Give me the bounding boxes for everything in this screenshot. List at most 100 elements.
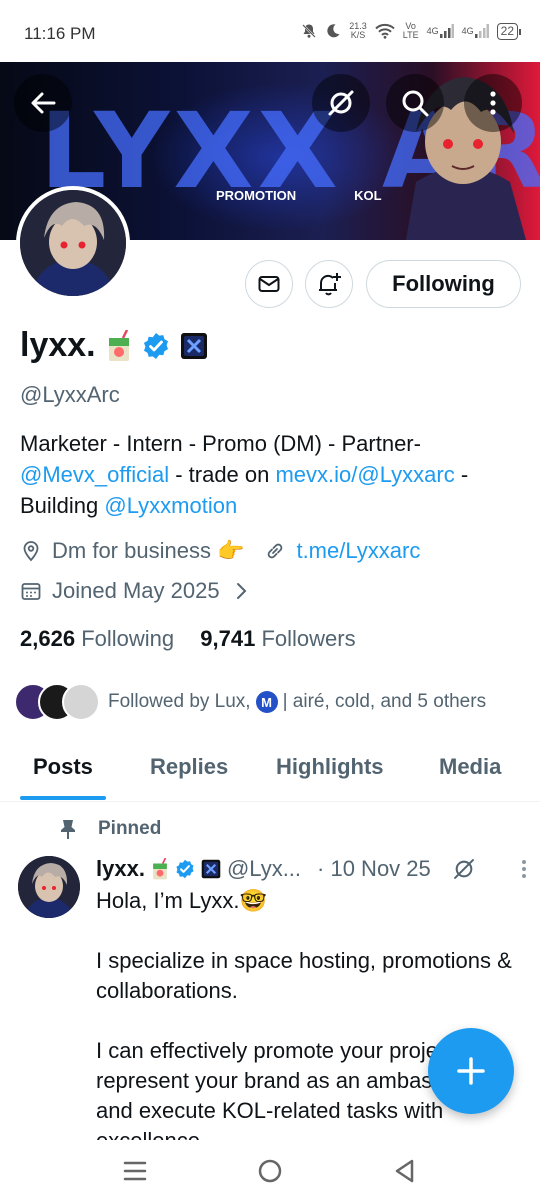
search-button[interactable] — [386, 74, 444, 132]
network-type-1: 4G — [426, 25, 439, 36]
active-tab-indicator — [20, 796, 106, 800]
profile-location: Dm for business 👉 — [52, 538, 245, 563]
followed-by-prefix: Followed by Lux, — [108, 691, 251, 712]
status-time: 11:16 PM — [24, 24, 96, 43]
chevron-right-icon — [236, 583, 246, 599]
following-stat[interactable]: 2,626 Following — [20, 626, 174, 651]
bio-mention-lyxxmotion[interactable]: @Lyxxmotion — [104, 493, 237, 518]
tab-replies[interactable]: Replies — [150, 754, 228, 780]
juice-box-icon — [153, 858, 167, 880]
compose-post-button[interactable] — [428, 1028, 514, 1114]
post-author-handle: @Lyx... — [226, 856, 302, 881]
bell-plus-icon — [319, 273, 341, 296]
profile-location-row: Dm for business 👉 t.me/Lyxxarc — [20, 538, 420, 564]
following-count: 2,626 — [20, 626, 76, 651]
followed-by-row[interactable]: Followed by Lux, M | airé, cold, and 5 o… — [14, 683, 486, 721]
pin-icon — [61, 820, 75, 839]
profile-name-row: lyxx. — [20, 326, 208, 365]
battery-indicator: 22 — [496, 22, 522, 40]
plus-icon — [457, 1057, 485, 1085]
calendar-icon — [21, 583, 41, 600]
envelope-icon — [258, 276, 280, 292]
banner-tag-kol: KOL — [354, 188, 382, 203]
triangle-back-icon — [395, 1159, 414, 1183]
net-speed-unit: K/S — [350, 30, 366, 40]
pinned-indicator: Pinned — [58, 818, 161, 840]
banner-tags: PROMOTION KOL — [216, 188, 382, 203]
grok-icon — [328, 90, 354, 116]
profile-name: lyxx. — [20, 326, 96, 364]
bio-text: - trade on — [169, 462, 276, 487]
profile-joined-date: Joined May 2025 — [52, 578, 220, 603]
location-pin-icon — [23, 541, 39, 562]
tab-media[interactable]: Media — [439, 754, 501, 780]
signal-2: 4G — [462, 24, 489, 38]
mute-icon — [301, 23, 317, 39]
signal-1: 4G — [427, 24, 454, 38]
signal-bars-icon — [474, 24, 489, 38]
affiliate-badge-icon[interactable] — [180, 332, 208, 360]
profile-bio: Marketer - Intern - Promo (DM) - Partner… — [20, 428, 525, 521]
m-badge-icon: M — [255, 691, 278, 713]
grok-icon[interactable] — [451, 856, 477, 882]
moon-icon — [325, 23, 341, 39]
recent-apps-button[interactable] — [120, 1156, 150, 1186]
bio-text: Building — [20, 493, 105, 518]
bio-link-mevx[interactable]: mevx.io/@Lyxxarc — [275, 462, 454, 487]
followers-count: 9,741 — [200, 626, 256, 651]
verified-badge-icon[interactable] — [142, 332, 170, 360]
net-speed: 21.3 K/S — [349, 22, 367, 40]
status-bar: 11:16 PM 21.3 K/S Vo LTE 4G 4G 22 — [0, 0, 540, 62]
circle-home-icon — [258, 1159, 282, 1183]
follower-avatar — [62, 683, 100, 721]
followers-stat[interactable]: 9,741 Followers — [200, 626, 355, 651]
arrow-left-icon — [31, 92, 56, 114]
post-header: lyxx. @Lyx... · 10 Nov 25 — [96, 856, 535, 882]
status-icons: 21.3 K/S Vo LTE 4G 4G 22 — [301, 22, 522, 40]
more-options-button[interactable] — [464, 74, 522, 132]
bio-text: Marketer - Intern - Promo (DM) - Partner… — [20, 431, 421, 456]
back-nav-button[interactable] — [390, 1156, 420, 1186]
following-button[interactable]: Following — [366, 260, 521, 308]
bio-text: - — [454, 462, 469, 487]
post-more-icon[interactable] — [513, 858, 535, 880]
juice-box-icon — [108, 329, 129, 361]
search-icon — [402, 90, 429, 117]
notifications-button[interactable] — [305, 260, 353, 308]
followed-by-suffix: | airé, cold, and 5 others — [282, 691, 487, 712]
post-avatar[interactable] — [18, 856, 80, 918]
profile-joined-row[interactable]: Joined May 2025 — [20, 578, 252, 604]
tab-highlights[interactable]: Highlights — [276, 754, 384, 780]
post-avatar-image — [18, 856, 80, 918]
link-icon — [268, 543, 283, 559]
pinned-label: Pinned — [98, 818, 162, 839]
more-vertical-icon — [490, 91, 496, 115]
post-author-name[interactable]: lyxx. — [96, 856, 145, 882]
bio-mention-mevx[interactable]: @Mevx_official — [20, 462, 169, 487]
post-date: · 10 Nov 25 — [317, 856, 431, 881]
back-button[interactable] — [14, 74, 72, 132]
home-button[interactable] — [255, 1156, 285, 1186]
verified-badge-icon — [176, 859, 194, 879]
menu-lines-icon — [123, 1161, 147, 1181]
profile-handle: @LyxxArc — [20, 382, 120, 407]
avatar-image — [20, 190, 126, 296]
followed-by-text: Followed by Lux, M | airé, cold, and 5 o… — [108, 691, 486, 713]
grok-button[interactable] — [312, 74, 370, 132]
volte-bottom: LTE — [402, 30, 419, 40]
profile-tabs: Posts Replies Highlights Media — [0, 738, 540, 802]
following-label: Following — [81, 626, 175, 651]
message-button[interactable] — [245, 260, 293, 308]
network-type-2: 4G — [461, 25, 474, 36]
volte-indicator: Vo LTE — [403, 22, 419, 40]
profile-avatar[interactable] — [16, 186, 130, 300]
system-nav-bar — [0, 1140, 540, 1200]
banner-tag-promotion: PROMOTION — [216, 188, 297, 203]
profile-stats: 2,626 Following 9,741 Followers — [20, 626, 356, 652]
tab-posts[interactable]: Posts — [33, 754, 93, 780]
wifi-icon — [375, 23, 395, 39]
signal-bars-icon — [439, 24, 454, 38]
followers-label: Followers — [261, 626, 356, 651]
affiliate-badge-icon — [201, 859, 221, 879]
profile-website-link[interactable]: t.me/Lyxxarc — [296, 538, 420, 564]
